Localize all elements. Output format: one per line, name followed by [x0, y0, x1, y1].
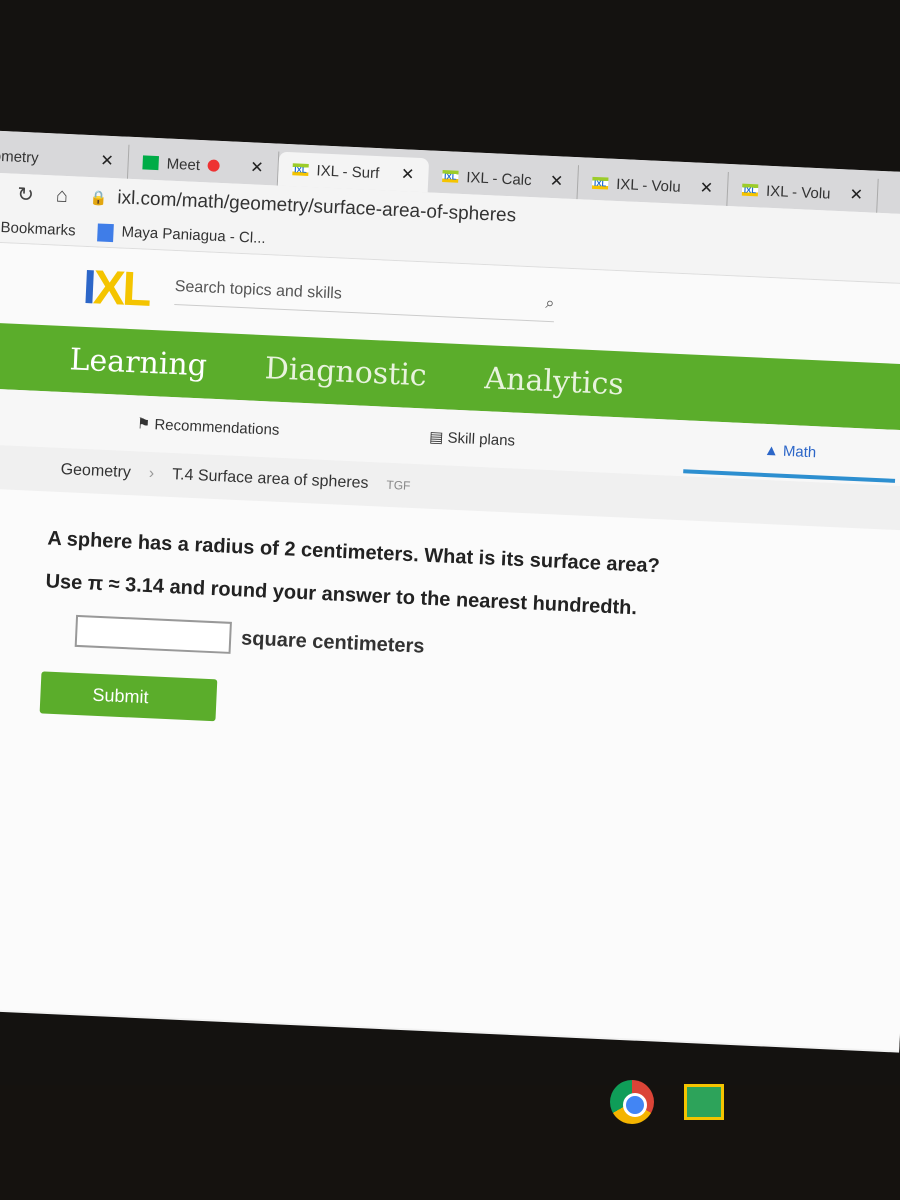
answer-input[interactable]	[74, 614, 232, 654]
unit-label: square centimeters	[240, 626, 425, 658]
close-icon[interactable]: ✕	[699, 178, 713, 199]
tab-title: ometry	[0, 147, 40, 167]
close-icon[interactable]: ✕	[849, 185, 863, 206]
search-placeholder: Search topics and skills	[174, 277, 343, 303]
docs-icon	[97, 222, 114, 242]
breadcrumb-skill: T.4 Surface area of spheres	[171, 466, 369, 492]
ixl-logo[interactable]: IXL	[82, 259, 150, 317]
search-input[interactable]: Search topics and skills ⌕	[173, 277, 555, 322]
subnav-label: Math	[782, 442, 817, 461]
shelf-icons	[610, 1080, 724, 1124]
lock-icon: 🔒	[89, 188, 108, 206]
tab-ixl-volume[interactable]: IXL IXL - Volu ✕	[577, 165, 729, 206]
subnav-recommendations[interactable]: ⚑ Recommendations	[0, 407, 350, 442]
skill-code: TGF	[386, 477, 411, 493]
bookmark-label: Maya Paniagua - Cl...	[121, 224, 267, 248]
close-icon[interactable]: ✕	[250, 157, 264, 178]
pyramid-icon: ▲	[763, 441, 784, 460]
tab-ixl-volume-2[interactable]: IXL IXL - Volu ✕	[727, 172, 879, 213]
tab-geometry[interactable]: ometry ✕	[0, 137, 130, 179]
tab-ixl-surface[interactable]: IXL IXL - Surf ✕	[277, 151, 430, 193]
ixl-icon: IXL	[292, 163, 309, 176]
recording-icon	[207, 159, 221, 172]
meet-icon	[142, 155, 159, 171]
tab-title: IXL - Surf	[316, 161, 380, 182]
ixl-icon: IXL	[442, 170, 459, 183]
home-icon[interactable]: ⌂	[55, 184, 68, 208]
close-icon[interactable]: ✕	[100, 151, 114, 172]
nav-diagnostic[interactable]: Diagnostic	[264, 351, 427, 393]
browser-window: ometry ✕ Meet ✕ IXL IXL - Surf ✕ IXL IXL - Ca…	[0, 130, 900, 1053]
ixl-icon: IXL	[741, 183, 759, 197]
subnav-skill-plans[interactable]: ▤ Skill plans	[349, 424, 585, 453]
signpost-icon: ⚑	[136, 415, 155, 434]
subnav-label: Recommendations	[154, 416, 280, 439]
ixl-icon: IXL	[591, 176, 609, 190]
tab-ixl-calc[interactable]: IXL IXL - Calc ✕	[427, 158, 580, 200]
tab-title: Meet	[166, 155, 201, 174]
bookmark-bc[interactable]: BC Bookmarks	[0, 218, 76, 240]
submit-button[interactable]: Submit	[39, 671, 218, 722]
tab-title: IXL - Volu	[765, 182, 831, 203]
google-classroom-icon[interactable]	[684, 1084, 724, 1120]
reload-icon[interactable]: ↻	[17, 181, 35, 207]
nav-analytics[interactable]: Analytics	[484, 361, 625, 402]
tab-title: IXL - Volu	[615, 175, 682, 196]
close-icon[interactable]: ✕	[549, 171, 563, 192]
tab-meet[interactable]: Meet ✕	[127, 144, 280, 186]
tab-title: IXL - Calc	[465, 168, 532, 189]
nav-learning[interactable]: Learning	[69, 342, 208, 383]
breadcrumb-geometry[interactable]: Geometry	[60, 461, 131, 482]
subnav-label: Skill plans	[447, 429, 516, 450]
chrome-icon[interactable]	[610, 1080, 654, 1124]
bookmark-maya[interactable]: Maya Paniagua - Cl...	[97, 222, 267, 249]
clipboard-icon: ▤	[428, 428, 448, 447]
search-icon[interactable]: ⌕	[545, 294, 555, 312]
close-icon[interactable]: ✕	[401, 164, 415, 185]
chevron-right-icon: ›	[148, 465, 155, 483]
os-shelf	[0, 1085, 900, 1200]
question-area: A sphere has a radius of 2 centimeters. …	[0, 487, 900, 1051]
subnav-math[interactable]: ▲ Math	[682, 423, 898, 483]
